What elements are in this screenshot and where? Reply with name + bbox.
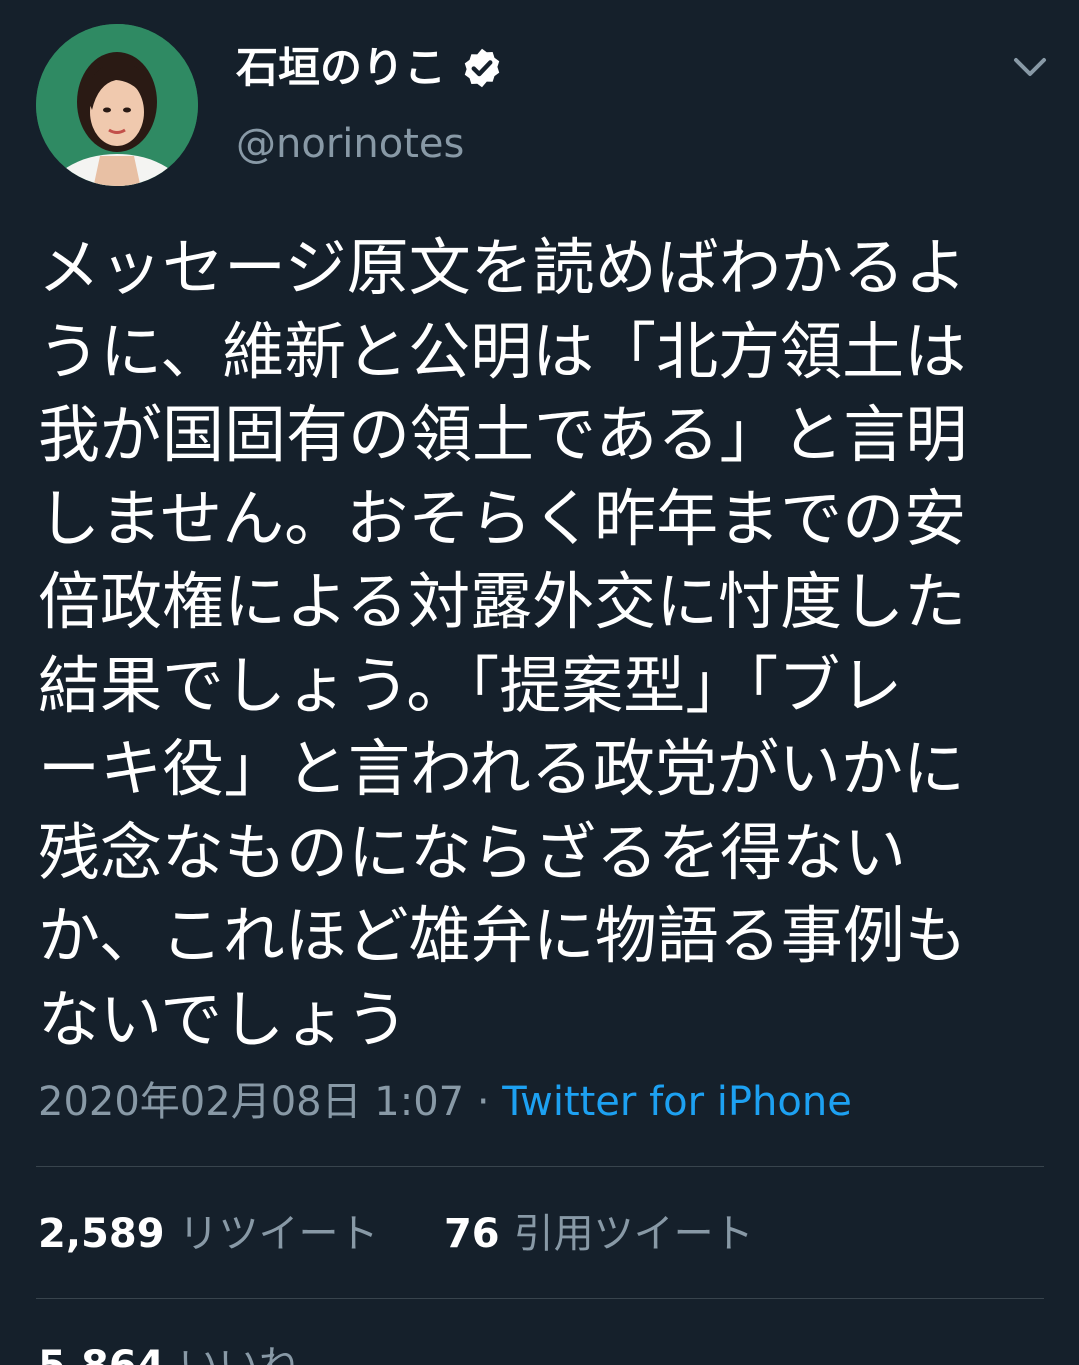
quotes-stat[interactable]: 76 引用ツイート [444,1211,754,1257]
retweets-label: リツイート [178,1211,379,1257]
verified-badge-icon [460,46,504,90]
timestamp[interactable]: 2020年02月08日 1:07 [38,1079,464,1125]
chevron-down-icon[interactable] [1008,48,1052,88]
likes-label: いいね [179,1343,299,1365]
source-link[interactable]: Twitter for iPhone [502,1079,852,1125]
avatar[interactable] [36,24,198,186]
tweet-meta: 2020年02月08日 1:07 · Twitter for iPhone [38,1074,852,1130]
tweet-text-line: ーキ役」と言われる政党がいかに [38,732,965,805]
tweet-text-line: 倍政権による対露外交に忖度した [38,565,967,638]
divider [36,1166,1044,1167]
tweet-text-line: 残念なものにならざるを得ない [38,815,907,889]
author-name-row[interactable]: 石垣のりこ [236,38,504,98]
divider [36,1298,1044,1299]
quotes-label: 引用ツイート [513,1211,754,1257]
author-name[interactable]: 石垣のりこ [236,38,446,98]
tweet-text-line: メッセージ原文を読めばわかるよ [38,231,967,304]
likes-count: 5,864 [38,1343,165,1365]
tweet-text-line: 我が国固有の領土である」と言明 [38,398,968,471]
author-handle[interactable]: @norinotes [236,116,464,172]
tweet-text-line: うに、維新と公明は「北方領土は [38,314,967,388]
tweet-text-line: しません。おそらく昨年までの安 [38,481,967,555]
retweets-count: 2,589 [38,1211,165,1257]
tweet-text: メッセージ原文を読めばわかるよ うに、維新と公明は「北方領土は 我が国固有の領土… [38,226,1038,1061]
tweet-text-line: か、これほど雄弁に物語る事例も [38,899,967,972]
engagement-stats: 2,589 リツイート 76 引用ツイート [38,1206,754,1262]
meta-separator: · [476,1079,490,1125]
quotes-count: 76 [443,1211,500,1257]
retweets-stat[interactable]: 2,589 リツイート [38,1211,391,1257]
tweet-text-line: ないでしょう [38,982,409,1056]
likes-stat[interactable]: 5,864 いいね [38,1338,299,1365]
tweet-text-line: 結果でしょう。「提案型」「ブレ [38,648,903,722]
tweet-detail-screen: 石垣のりこ @norinotes メッセージ原文を読めばわかるよ うに、維新と公… [0,0,1079,1365]
